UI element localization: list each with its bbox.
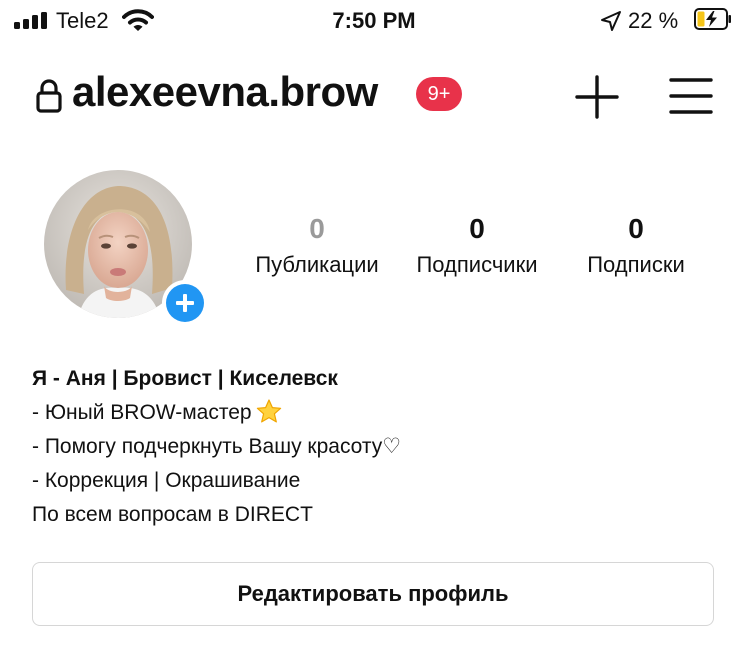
status-bar: Tele2 7:50 PM 22 % [0,0,748,44]
bio-line: - Юный BROW-мастер [32,396,401,430]
add-story-button[interactable] [162,280,208,326]
edit-profile-label: Редактировать профиль [237,581,509,606]
posts-count: 0 [309,213,325,244]
bio-line: - Помогу подчеркнуть Вашу красоту♡ [32,435,402,458]
location-arrow-icon [601,11,621,31]
followers-count: 0 [469,213,485,244]
stat-posts[interactable]: 0 Публикации [236,212,398,280]
notification-badge[interactable]: 9+ [416,77,462,111]
plus-icon[interactable] [574,74,620,120]
battery-charging-icon [694,8,731,30]
star-icon [256,399,281,423]
followers-label: Подписчики [416,252,538,277]
bio-name: Я - Аня | Бровист | Киселевск [32,367,338,390]
bio: Я - Аня | Бровист | Киселевск - Юный BRO… [32,362,401,532]
edit-profile-button[interactable]: Редактировать профиль [32,562,714,626]
bio-line: - Коррекция | Окрашивание [32,469,301,492]
lock-icon [36,79,62,113]
stat-followers[interactable]: 0 Подписчики [400,212,554,280]
battery-percentage: 22 % [628,8,679,33]
bio-line: По всем вопросам в DIRECT [32,503,313,526]
following-label: Подписки [587,252,685,277]
add-icon [166,284,204,322]
profile-username[interactable]: alexeevna.brow [72,68,378,116]
following-count: 0 [628,213,644,244]
stat-following[interactable]: 0 Подписки [566,212,706,280]
posts-label: Публикации [255,252,379,277]
menu-icon[interactable] [668,76,714,116]
